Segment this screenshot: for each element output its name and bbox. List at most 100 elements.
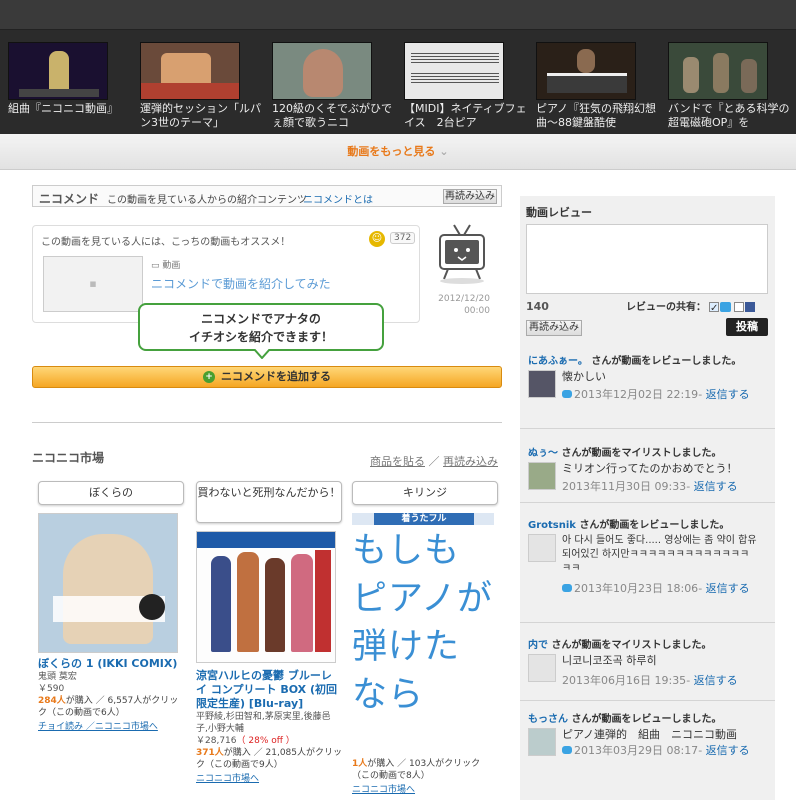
video-title[interactable]: 組曲『ニコニコ動画』 — [8, 102, 134, 132]
product-links[interactable]: ニコニコ市場へ — [352, 782, 498, 795]
bubble-line-2: イチオシを紹介できます！ — [188, 330, 333, 344]
category-label: ▭ 動画 — [151, 258, 180, 271]
activity-timestamp: 2013年11月30日 09:33- 返信する — [562, 480, 738, 493]
product-name[interactable]: 涼宮ハルヒの憂鬱 ブルーレイ コンプリート BOX (初回限定生産) [Blu-… — [196, 669, 342, 711]
activity-action: さんが動画をレビューしました。 — [579, 520, 730, 531]
activity-time: 2013年06月16日 19:35 — [562, 674, 687, 687]
market-reload-link[interactable]: 再読み込み — [443, 455, 498, 468]
activity-text: 니코니코조곡 하루히 — [562, 654, 657, 667]
more-videos-button[interactable]: 動画をもっと見る ⌄ — [0, 134, 796, 170]
twitter-icon — [562, 390, 572, 398]
reply-link[interactable]: 返信する — [694, 674, 738, 687]
video-thumbnail[interactable] — [404, 42, 504, 100]
add-nicommend-button[interactable]: + ニコメンドを追加する — [32, 366, 502, 388]
activity-time: 2013年12月02日 22:19 — [574, 388, 699, 401]
date-text: 2012/12/20 — [438, 294, 490, 304]
reply-link[interactable]: 返信する — [694, 480, 738, 493]
bought-count: 284人 — [38, 696, 66, 706]
top-bar — [0, 0, 796, 30]
divider — [520, 622, 775, 623]
reply-link[interactable]: 返信する — [706, 582, 750, 595]
video-thumbnail[interactable] — [668, 42, 768, 100]
activity-action: さんが動画をレビューしました。 — [591, 356, 742, 367]
avatar[interactable] — [528, 728, 556, 756]
facebook-icon[interactable] — [745, 302, 755, 312]
activity-text: 懐かしい — [562, 370, 606, 383]
video-thumbnail[interactable] — [272, 42, 372, 100]
activity-user[interactable]: もっさん — [528, 714, 568, 725]
activity-user[interactable]: 内で — [528, 640, 548, 651]
video-thumbnail[interactable] — [8, 42, 108, 100]
video-title[interactable]: 120級のくそでぶがひでぇ顔で歌うニコ — [272, 102, 398, 132]
video-thumbnail[interactable] — [140, 42, 240, 100]
cover-banner: 着うたフル — [374, 513, 474, 525]
activity-user[interactable]: Grotsnik — [528, 520, 576, 531]
product-image[interactable]: 着うたフル もしもピアノが弾けたなら — [352, 513, 494, 753]
related-video[interactable]: 運弾的セッション「ルパン3世のテーマ」 — [140, 42, 266, 132]
product-stats: 371人が購入 ／ 21,085人がクリック（この動画で9人） — [196, 747, 342, 771]
category-text: 動画 — [162, 261, 181, 271]
divider — [520, 502, 775, 503]
activity-time: 2013年11月30日 09:33 — [562, 480, 687, 493]
paste-product-link[interactable]: 商品を貼る — [370, 455, 425, 468]
activity-action: さんが動画をマイリストしました。 — [561, 448, 722, 459]
activity-timestamp: 2013年06月16日 19:35- 返信する — [562, 674, 738, 687]
time-text: 00:00 — [464, 306, 490, 316]
add-button-label[interactable]: ニコメンドを追加する — [221, 370, 331, 383]
more-videos-label[interactable]: 動画をもっと見る — [347, 145, 435, 158]
video-thumbnail[interactable] — [536, 42, 636, 100]
product-links[interactable]: チョイ読み ／ニコニコ市場へ — [38, 719, 184, 732]
activity-timestamp: 2013年10月23日 18:06- 返信する — [562, 580, 750, 596]
related-video[interactable]: 120級のくそでぶがひでぇ顔で歌うニコ — [272, 42, 398, 132]
reply-link[interactable]: 返信する — [706, 388, 750, 401]
divider — [520, 428, 775, 429]
share-checkbox[interactable]: ✓ — [709, 302, 719, 314]
nicommend-about-link[interactable]: ニコメンドとは — [303, 191, 373, 206]
avatar[interactable] — [528, 654, 556, 682]
related-video[interactable]: バンドで『とある科学の超電磁砲OP』を — [668, 42, 794, 132]
nicommend-date: 2012/12/20 00:00 — [438, 293, 490, 317]
activity-text: ミリオン行ってたのかおめでとう！ — [562, 462, 738, 475]
activity-timestamp: 2013年12月02日 22:19- 返信する — [562, 386, 750, 402]
intro-link[interactable]: ニコメンドで動画を紹介してみた — [151, 275, 331, 292]
video-title[interactable]: バンドで『とある科学の超電磁砲OP』を — [668, 102, 794, 132]
twitter-icon[interactable] — [720, 302, 731, 312]
product-price: ￥28,716 — [196, 736, 237, 746]
review-reload-button[interactable]: 再読み込み — [526, 320, 582, 336]
related-video[interactable]: ピアノ『狂気の飛翔幻想曲～88鍵盤酷使 — [536, 42, 662, 132]
activity-header: ぬぅ～ さんが動画をマイリストしました。 — [528, 444, 721, 459]
video-title[interactable]: ピアノ『狂気の飛翔幻想曲～88鍵盤酷使 — [536, 102, 662, 132]
product-name[interactable]: ぼくらの 1 (IKKI COMIX) — [38, 657, 184, 671]
reply-link[interactable]: 返信する — [706, 744, 750, 757]
product-image[interactable] — [196, 531, 336, 663]
product-image[interactable] — [38, 513, 178, 653]
product-links[interactable]: ニコニコ市場へ — [196, 771, 342, 784]
niconico-tv-icon — [439, 224, 485, 284]
related-video[interactable]: 組曲『ニコニコ動画』 — [8, 42, 134, 132]
related-video[interactable]: 【MIDI】ネイティブフェイス 2台ピア — [404, 42, 530, 132]
review-post-button[interactable]: 投稿 — [726, 318, 768, 336]
activity-user[interactable]: ぬぅ～ — [528, 448, 558, 459]
video-title[interactable]: 【MIDI】ネイティブフェイス 2台ピア — [404, 102, 530, 132]
divider — [32, 422, 502, 423]
market-product: 買わないと死刑なんだから！ 涼宮ハルヒの憂鬱 ブルーレイ コンプリート BOX … — [196, 481, 342, 784]
bubble-line-1: ニコメンドでアナタの — [201, 312, 321, 326]
review-panel: 動画レビュー 140 レビューの共有： ✓ 再読み込み 投稿 にあふぁー。 さんが… — [520, 196, 775, 800]
link-separator: ／ — [428, 455, 440, 468]
share-checkbox[interactable] — [734, 302, 744, 312]
avatar[interactable] — [528, 462, 556, 490]
placeholder-thumbnail[interactable]: ▪ — [43, 256, 143, 312]
product-stats: 1人が購入 ／ 103人がクリック（この動画で8人） — [352, 758, 498, 782]
avatar[interactable] — [528, 534, 556, 562]
activity-header: もっさん さんが動画をレビューしました。 — [528, 710, 721, 725]
nicommend-reload-button[interactable]: 再読み込み — [443, 189, 497, 204]
avatar[interactable] — [528, 370, 556, 398]
twitter-icon — [562, 746, 572, 754]
market-product: キリンジ 着うたフル もしもピアノが弾けたなら 1人が購入 ／ 103人がクリッ… — [352, 481, 498, 795]
smile-icon[interactable]: ☺ — [369, 231, 385, 247]
review-share: レビューの共有： ✓ — [626, 298, 755, 314]
product-price: ￥590 — [38, 684, 65, 694]
review-textarea[interactable] — [526, 224, 768, 294]
video-title[interactable]: 運弾的セッション「ルパン3世のテーマ」 — [140, 102, 266, 132]
activity-user[interactable]: にあふぁー。 — [528, 356, 588, 367]
